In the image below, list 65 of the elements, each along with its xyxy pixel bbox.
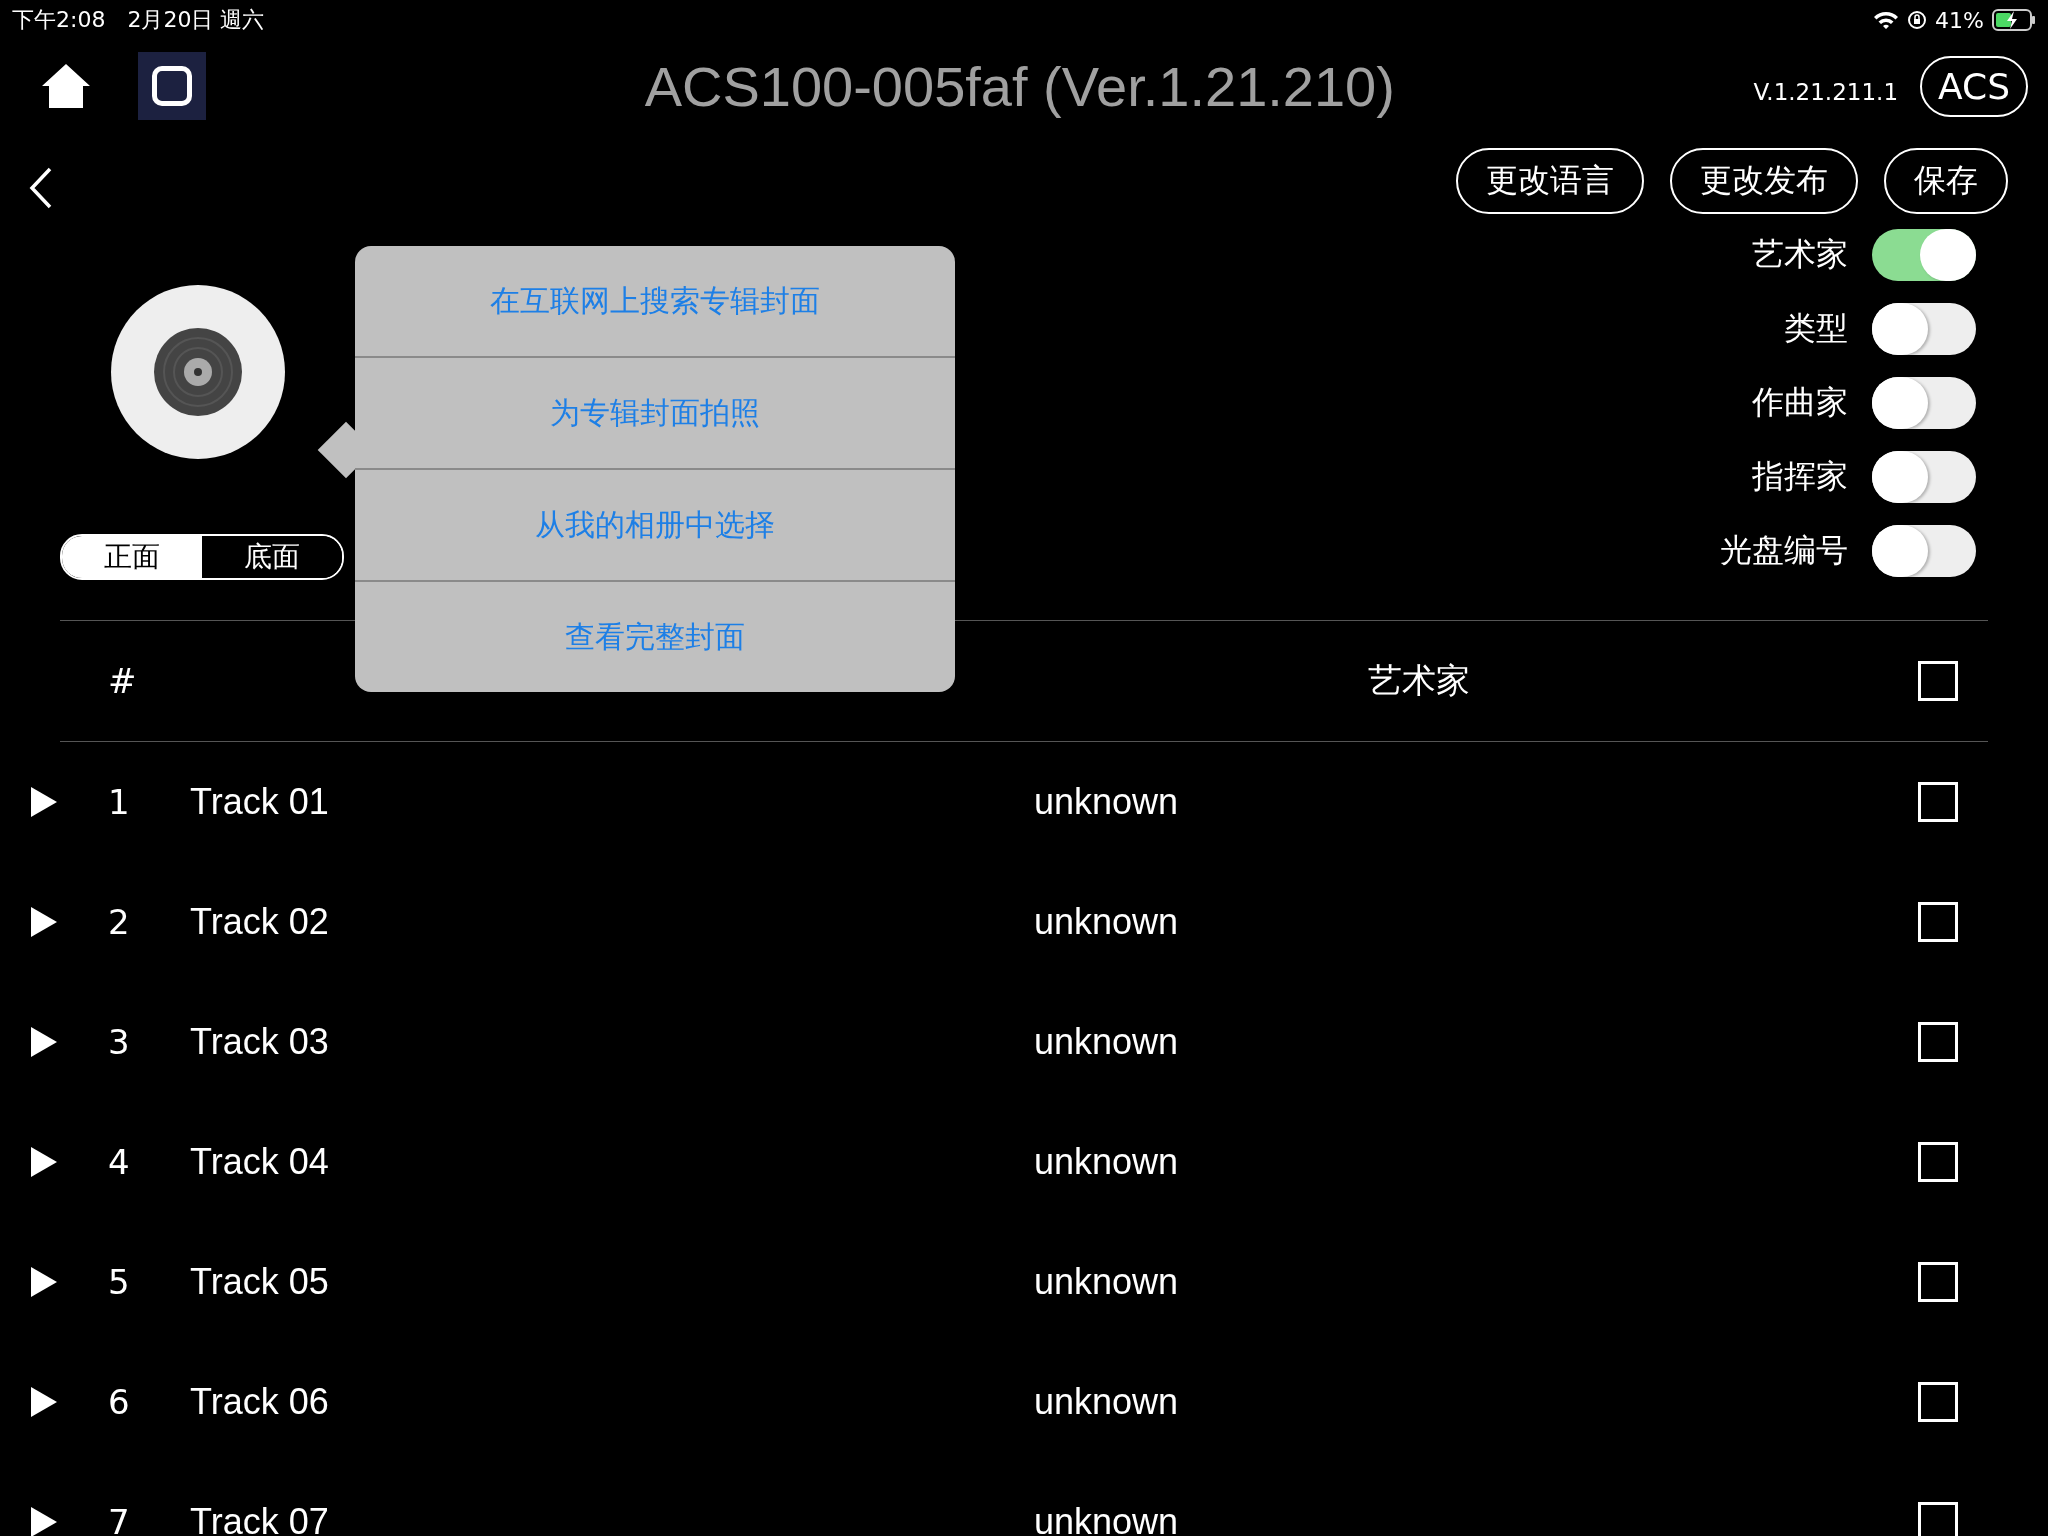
stop-button[interactable] — [138, 52, 206, 120]
status-date: 2月20日 週六 — [127, 6, 265, 34]
status-time: 下午2:08 — [12, 6, 106, 34]
toggle-switch[interactable] — [1872, 525, 1976, 577]
column-header: 艺术家 — [1367, 659, 1471, 702]
track-checkbox[interactable] — [1918, 1502, 1958, 1536]
battery-percent: 41% — [1935, 7, 1984, 33]
select-all-checkbox[interactable] — [1918, 661, 1958, 701]
battery-charging-icon — [1992, 9, 2036, 31]
toggle-switch[interactable] — [1872, 229, 1976, 281]
play-icon[interactable] — [30, 1506, 58, 1536]
track-number: 4 — [107, 1142, 131, 1182]
action-button[interactable]: 更改发布 — [1670, 148, 1858, 214]
toggle-switch[interactable] — [1872, 451, 1976, 503]
version-label: V.1.21.211.1 — [1753, 79, 1898, 105]
track-number: 7 — [107, 1502, 131, 1536]
toggle-switch[interactable] — [1872, 377, 1976, 429]
toggle-label: 光盘编号 — [1720, 530, 1848, 571]
track-checkbox[interactable] — [1918, 782, 1958, 822]
track-number: 6 — [107, 1382, 131, 1422]
track-title: Track 04 — [190, 1141, 330, 1183]
back-icon[interactable] — [28, 166, 54, 210]
track-checkbox[interactable] — [1918, 1382, 1958, 1422]
track-title: Track 02 — [190, 901, 330, 943]
track-artist: unknown — [1034, 1501, 1180, 1536]
track-checkbox[interactable] — [1918, 1142, 1958, 1182]
track-artist: unknown — [1034, 781, 1180, 823]
track-title: Track 05 — [190, 1261, 330, 1303]
toggle-label: 艺术家 — [1752, 234, 1848, 275]
track-number: 3 — [107, 1022, 131, 1062]
track-artist: unknown — [1034, 1141, 1180, 1183]
track-artist: unknown — [1034, 1381, 1180, 1423]
track-title: Track 01 — [190, 781, 330, 823]
disc-icon[interactable] — [110, 284, 286, 460]
cover-side-tab[interactable]: 正面 — [62, 536, 202, 578]
play-icon[interactable] — [30, 906, 58, 938]
action-button[interactable]: 保存 — [1884, 148, 2008, 214]
play-icon[interactable] — [30, 1266, 58, 1298]
play-icon[interactable] — [30, 1026, 58, 1058]
play-icon[interactable] — [30, 1386, 58, 1418]
play-icon[interactable] — [30, 786, 58, 818]
column-header: # — [107, 661, 138, 701]
track-number: 1 — [107, 782, 131, 822]
track-checkbox[interactable] — [1918, 1262, 1958, 1302]
track-title: Track 06 — [190, 1381, 330, 1423]
track-checkbox[interactable] — [1918, 902, 1958, 942]
play-icon[interactable] — [30, 1146, 58, 1178]
acs-badge[interactable]: ACS — [1920, 55, 2028, 117]
toggle-label: 作曲家 — [1752, 382, 1848, 423]
track-number: 2 — [107, 902, 131, 942]
track-title: Track 07 — [190, 1501, 330, 1536]
track-number: 5 — [107, 1262, 131, 1302]
track-artist: unknown — [1034, 1021, 1180, 1063]
action-button[interactable]: 更改语言 — [1456, 148, 1644, 214]
toggle-switch[interactable] — [1872, 303, 1976, 355]
track-title: Track 03 — [190, 1021, 330, 1063]
toggle-label: 指挥家 — [1752, 456, 1848, 497]
track-artist: unknown — [1034, 901, 1180, 943]
track-checkbox[interactable] — [1918, 1022, 1958, 1062]
rotation-lock-icon — [1907, 10, 1928, 30]
toggle-label: 类型 — [1784, 308, 1848, 349]
window-title: ACS100-005faf (Ver.1.21.210) — [643, 53, 1396, 119]
wifi-icon — [1873, 10, 1900, 30]
home-icon[interactable] — [40, 62, 92, 110]
track-artist: unknown — [1034, 1261, 1180, 1303]
